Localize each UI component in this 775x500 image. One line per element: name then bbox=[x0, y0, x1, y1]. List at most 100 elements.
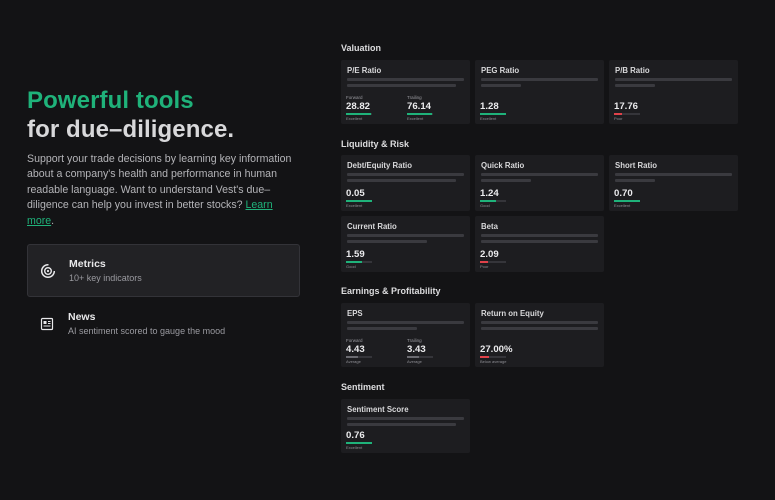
card-sentiment-score[interactable]: Sentiment Score 0.76 Excellent bbox=[341, 399, 470, 453]
card-short-ratio[interactable]: Short Ratio 0.70 Excellent bbox=[609, 155, 738, 211]
metric-bar bbox=[346, 356, 372, 358]
metric-value: 1.28 bbox=[480, 101, 499, 112]
metric-value-group: 1.59 Good bbox=[346, 249, 372, 269]
placeholder-line bbox=[481, 173, 598, 176]
metric-trailing: Trailing 3.43 Average bbox=[407, 338, 433, 364]
metric-bar-fill bbox=[346, 442, 372, 444]
card-peg-ratio[interactable]: PEG Ratio 1.28 Excellent bbox=[475, 60, 604, 124]
metric-note: Excellent bbox=[480, 116, 497, 121]
metric-bar bbox=[346, 200, 372, 202]
card-title: Beta bbox=[481, 222, 498, 231]
feature-news-subtitle: AI sentiment scored to gauge the mood bbox=[68, 326, 226, 336]
section-earnings: Earnings & Profitability bbox=[341, 286, 441, 296]
metric-bar bbox=[407, 356, 433, 358]
metric-value: 17.76 bbox=[614, 101, 639, 112]
metric-value-group: 2.09 Poor bbox=[480, 249, 506, 269]
metric-value: 28.82 bbox=[346, 101, 371, 112]
feature-news[interactable]: News AI sentiment scored to gauge the mo… bbox=[27, 297, 300, 350]
metric-value: 0.70 bbox=[614, 188, 633, 199]
feature-metrics-title: Metrics bbox=[69, 258, 106, 270]
metric-value-group: 0.70 Excellent bbox=[614, 188, 640, 208]
metric-bar bbox=[346, 442, 372, 444]
metric-bar bbox=[480, 113, 506, 115]
metric-bar bbox=[346, 261, 372, 263]
metric-value: 27.00% bbox=[480, 344, 513, 355]
card-title: EPS bbox=[347, 309, 363, 318]
metric-note: Excellent bbox=[614, 203, 631, 208]
hero-title: Powerful tools for due–diligence. bbox=[27, 86, 302, 144]
metric-bar-fill bbox=[480, 356, 490, 358]
metric-trailing: Trailing 76.14 Excellent bbox=[407, 95, 433, 121]
metric-bar-fill bbox=[407, 356, 419, 358]
metric-bar bbox=[480, 200, 506, 202]
feature-metrics-subtitle: 10+ key indicators bbox=[69, 273, 142, 283]
hero-title-accent: Powerful tools bbox=[27, 87, 194, 114]
placeholder-line bbox=[347, 417, 464, 420]
metric-note: Poor bbox=[480, 264, 489, 269]
hero-period: . bbox=[51, 214, 55, 227]
metric-forward: Forward 4.43 Average bbox=[346, 338, 372, 364]
placeholder-line bbox=[481, 179, 531, 182]
metric-value: 1.59 bbox=[346, 249, 365, 260]
metric-note: Below average bbox=[480, 359, 507, 364]
metric-bar-fill bbox=[346, 261, 362, 263]
card-pe-ratio[interactable]: P/E Ratio Forward 28.82 Excellent Traili… bbox=[341, 60, 470, 124]
target-icon bbox=[39, 262, 57, 280]
metric-value-group: 0.76 Excellent bbox=[346, 430, 372, 450]
placeholder-line bbox=[481, 240, 598, 243]
metric-bar-fill bbox=[346, 356, 358, 358]
metric-bar-fill bbox=[346, 200, 372, 202]
metric-note: Excellent bbox=[346, 445, 363, 450]
placeholder-line bbox=[347, 321, 464, 324]
placeholder-line bbox=[347, 78, 464, 81]
feature-metrics[interactable]: Metrics 10+ key indicators bbox=[27, 244, 300, 297]
hero-title-rest: for due–diligence. bbox=[27, 116, 235, 143]
metric-note: Good bbox=[346, 264, 356, 269]
section-valuation: Valuation bbox=[341, 43, 382, 53]
placeholder-line bbox=[347, 84, 456, 87]
placeholder-line bbox=[481, 234, 598, 237]
metric-bar-fill bbox=[480, 113, 506, 115]
metric-note: Poor bbox=[614, 116, 623, 121]
metric-forward: Forward 28.82 Excellent bbox=[346, 95, 372, 121]
metric-value-group: 17.76 Poor bbox=[614, 101, 640, 121]
card-return-on-equity[interactable]: Return on Equity 27.00% Below average bbox=[475, 303, 604, 367]
metric-bar-fill bbox=[346, 113, 371, 115]
metric-bar bbox=[614, 113, 640, 115]
card-title: Sentiment Score bbox=[347, 405, 409, 414]
card-title: Debt/Equity Ratio bbox=[347, 161, 412, 170]
placeholder-line bbox=[347, 423, 456, 426]
placeholder-line bbox=[481, 84, 521, 87]
card-eps[interactable]: EPS Forward 4.43 Average Trailing 3.43 A… bbox=[341, 303, 470, 367]
feature-news-title: News bbox=[68, 311, 96, 323]
metric-note: Average bbox=[407, 359, 422, 364]
metric-bar bbox=[614, 200, 640, 202]
card-beta[interactable]: Beta 2.09 Poor bbox=[475, 216, 604, 272]
card-pb-ratio[interactable]: P/B Ratio 17.76 Poor bbox=[609, 60, 738, 124]
hero: Powerful tools for due–diligence. Suppor… bbox=[27, 86, 302, 229]
metric-note: Good bbox=[480, 203, 490, 208]
placeholder-line bbox=[615, 84, 655, 87]
card-current-ratio[interactable]: Current Ratio 1.59 Good bbox=[341, 216, 470, 272]
metric-value: 4.43 bbox=[346, 344, 365, 355]
metric-bar-fill bbox=[480, 261, 488, 263]
placeholder-line bbox=[347, 173, 464, 176]
metric-value-group: 27.00% Below average bbox=[480, 344, 513, 364]
section-sentiment: Sentiment bbox=[341, 382, 385, 392]
metric-value-group: 1.24 Good bbox=[480, 188, 506, 208]
placeholder-line bbox=[347, 234, 464, 237]
placeholder-line bbox=[347, 179, 456, 182]
metric-bar bbox=[480, 261, 506, 263]
placeholder-line bbox=[347, 240, 427, 243]
metric-value: 0.05 bbox=[346, 188, 365, 199]
metric-bar-fill bbox=[407, 113, 432, 115]
metric-bar-fill bbox=[614, 113, 622, 115]
card-quick-ratio[interactable]: Quick Ratio 1.24 Good bbox=[475, 155, 604, 211]
card-title: Quick Ratio bbox=[481, 161, 525, 170]
hero-description: Support your trade decisions by learning… bbox=[27, 152, 302, 229]
card-debt-equity-ratio[interactable]: Debt/Equity Ratio 0.05 Excellent bbox=[341, 155, 470, 211]
metric-note: Excellent bbox=[407, 116, 424, 121]
metric-bar-fill bbox=[614, 200, 640, 202]
card-title: Current Ratio bbox=[347, 222, 397, 231]
metric-bar bbox=[480, 356, 506, 358]
